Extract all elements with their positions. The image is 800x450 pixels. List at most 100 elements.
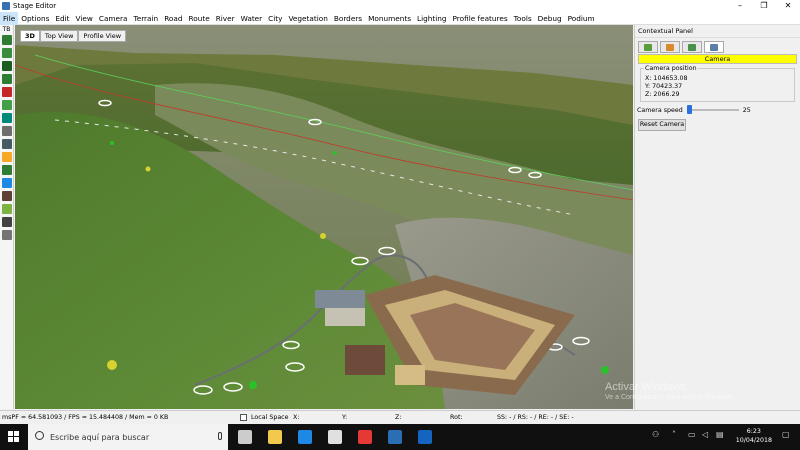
- route-icon[interactable]: [1, 87, 12, 97]
- menu-view[interactable]: View: [73, 12, 96, 25]
- minimize-button[interactable]: –: [728, 0, 752, 12]
- vegetation-tab-icon: [666, 43, 674, 51]
- camera-speed-slider[interactable]: [686, 105, 739, 114]
- window-title: Stage Editor: [13, 2, 57, 10]
- people-icon[interactable]: ⚇: [652, 430, 659, 439]
- menu-podium[interactable]: Podium: [565, 12, 598, 25]
- menu-debug[interactable]: Debug: [535, 12, 565, 25]
- terrain-scene: [15, 25, 633, 409]
- menu-vegetation[interactable]: Vegetation: [285, 12, 330, 25]
- city-icon[interactable]: [1, 126, 12, 136]
- menu-route[interactable]: Route: [186, 12, 213, 25]
- clock-date: 10/04/2018: [735, 437, 772, 444]
- tree-icon[interactable]: [1, 165, 12, 175]
- status-ss: SS: - / RS: - / RE: - / SE: -: [497, 414, 574, 421]
- menu-road[interactable]: Road: [161, 12, 185, 25]
- menu-edit[interactable]: Edit: [52, 12, 72, 25]
- camera-z-value: Z: 2066.29: [645, 91, 680, 98]
- vegetation-icon[interactable]: [1, 152, 12, 162]
- terrain-icon[interactable]: [1, 35, 12, 45]
- activation-watermark: Activar Windows Ve a Configuración para …: [605, 381, 735, 401]
- keyboard-icon[interactable]: ▤: [716, 430, 724, 439]
- local-space-label: Local Space: [251, 414, 289, 421]
- menu-lighting[interactable]: Lighting: [414, 12, 450, 25]
- road-icon[interactable]: [1, 74, 12, 84]
- status-z: Z:: [395, 414, 402, 421]
- river-icon[interactable]: [1, 100, 12, 110]
- section-header: Camera: [638, 54, 797, 64]
- perf-readout: msPF = 64.581093 / FPS = 15.484408 / Mem…: [2, 414, 169, 421]
- taskbar-search[interactable]: Escribe aquí para buscar: [28, 424, 228, 450]
- status-bar: msPF = 64.581093 / FPS = 15.484408 / Mem…: [0, 410, 800, 424]
- status-y: Y:: [342, 414, 348, 421]
- 3d-viewport[interactable]: [15, 25, 633, 409]
- menu-river[interactable]: River: [213, 12, 238, 25]
- chrome-icon[interactable]: [358, 430, 372, 444]
- lighting-icon[interactable]: [1, 204, 12, 214]
- menu-borders[interactable]: Borders: [331, 12, 365, 25]
- camera-x-value: X: 104653.08: [645, 75, 688, 82]
- store-icon[interactable]: [328, 430, 342, 444]
- network-icon[interactable]: ▭: [688, 430, 696, 439]
- menu-options[interactable]: Options: [18, 12, 52, 25]
- panel-tab-4[interactable]: [704, 41, 724, 53]
- status-rot: Rot:: [450, 414, 463, 421]
- camera-speed-label: Camera speed: [637, 106, 683, 114]
- water-icon[interactable]: [1, 113, 12, 123]
- panel-tab-1[interactable]: [638, 41, 658, 53]
- maximize-button[interactable]: ❐: [752, 0, 776, 12]
- panel-title: Contextual Panel: [635, 25, 800, 38]
- close-button[interactable]: ✕: [776, 0, 800, 12]
- window-controls: – ❐ ✕: [728, 0, 800, 12]
- camera-position-group: Camera position X: 104653.08 Y: 70423.37…: [640, 65, 795, 102]
- title-bar: Stage Editor – ❐ ✕: [0, 0, 800, 12]
- menu-tools[interactable]: Tools: [511, 12, 535, 25]
- chevron-up-icon[interactable]: ˄: [672, 430, 676, 439]
- task-view-icon[interactable]: [238, 430, 252, 444]
- edge-icon[interactable]: [298, 430, 312, 444]
- menu-city[interactable]: City: [265, 12, 285, 25]
- terrain-hills-icon[interactable]: [1, 61, 12, 71]
- camera-position-label: Camera position: [644, 65, 698, 72]
- status-x: X:: [293, 414, 300, 421]
- menu-terrain[interactable]: Terrain: [130, 12, 161, 25]
- tab-top-view[interactable]: Top View: [39, 30, 79, 42]
- tab-3d[interactable]: 3D: [20, 30, 40, 42]
- terrain-smooth-icon[interactable]: [1, 48, 12, 58]
- search-placeholder: Escribe aquí para buscar: [50, 432, 150, 442]
- debug-icon[interactable]: [1, 230, 12, 240]
- clock[interactable]: 6:23 10/04/2018: [736, 427, 772, 445]
- camera-speed-value: 25: [742, 106, 751, 114]
- local-space-checkbox[interactable]: [240, 414, 247, 421]
- volume-icon[interactable]: ◁: [702, 430, 708, 439]
- border-icon[interactable]: [1, 178, 12, 188]
- menu-water[interactable]: Water: [238, 12, 266, 25]
- windows-start-icon[interactable]: [8, 431, 20, 443]
- menu-camera[interactable]: Camera: [96, 12, 131, 25]
- slider-thumb[interactable]: [686, 105, 692, 114]
- menu-profile-features[interactable]: Profile features: [450, 12, 511, 25]
- monument-icon[interactable]: [1, 191, 12, 201]
- photos-icon[interactable]: [418, 430, 432, 444]
- contextual-panel: Contextual Panel Camera Camera position …: [634, 25, 800, 409]
- objects-tab-icon: [688, 43, 696, 51]
- camera-tab-icon: [710, 43, 718, 51]
- file-explorer-icon[interactable]: [268, 430, 282, 444]
- reset-camera-button[interactable]: Reset Camera: [638, 119, 686, 131]
- clock-time: 6:23: [746, 428, 761, 435]
- menu-monuments[interactable]: Monuments: [365, 12, 414, 25]
- watermark-title: Activar Windows: [605, 381, 687, 393]
- building-icon[interactable]: [1, 139, 12, 149]
- profile-icon[interactable]: [1, 217, 12, 227]
- tab-profile-view[interactable]: Profile View: [78, 30, 127, 42]
- panel-tabs: [635, 38, 800, 53]
- panel-tab-3[interactable]: [682, 41, 702, 53]
- microphone-icon[interactable]: [218, 432, 222, 440]
- search-icon: [35, 431, 44, 440]
- notifications-icon[interactable]: ▢: [782, 430, 790, 439]
- camera-y-value: Y: 70423.37: [645, 83, 683, 90]
- menu-file[interactable]: File: [0, 11, 19, 25]
- panel-tab-2[interactable]: [660, 41, 680, 53]
- app-icon: [2, 2, 10, 10]
- stage-editor-icon[interactable]: [388, 430, 402, 444]
